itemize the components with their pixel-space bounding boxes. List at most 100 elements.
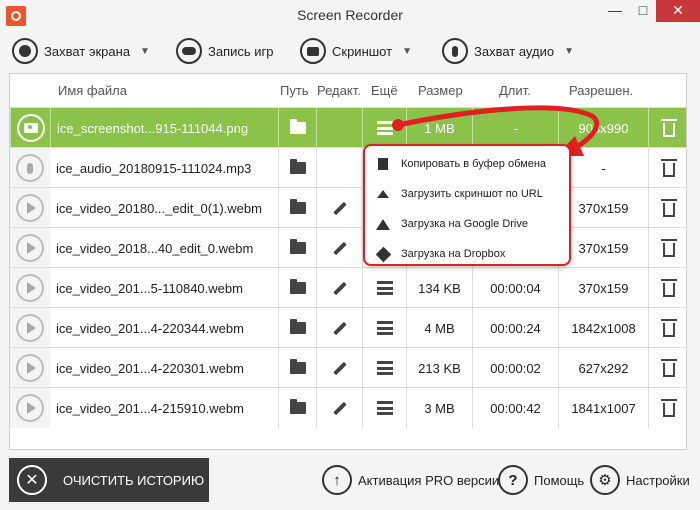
file-type-cell[interactable] [10,108,50,148]
screenshot-label: Скриншот [332,43,393,59]
game-record-label: Запись игр [208,43,274,59]
header-name[interactable]: Имя файла [58,83,127,98]
play-icon[interactable] [16,234,44,262]
delete-button[interactable] [648,348,686,388]
capture-screen-button[interactable]: Захват экрана ▼ [12,36,150,66]
delete-button[interactable] [648,388,686,428]
pencil-icon [332,321,347,335]
trash-icon [660,318,677,337]
capture-audio-button[interactable]: Захват аудио ▼ [442,36,574,66]
game-record-button[interactable]: Запись игр [176,36,274,66]
delete-button[interactable] [648,228,686,268]
edit-button[interactable] [316,188,362,228]
header-edit[interactable]: Редакт. [317,83,361,98]
header-duration[interactable]: Длит. [499,83,531,98]
file-type-cell[interactable] [10,308,50,348]
edit-button[interactable] [316,308,362,348]
delete-button[interactable] [648,308,686,348]
more-button[interactable] [362,308,406,348]
settings-button[interactable]: ⚙ Настройки [590,464,690,496]
file-size: 4 MB [406,308,472,348]
minimize-button[interactable]: — [600,0,630,22]
open-folder-button[interactable] [278,148,316,188]
file-name: ice_video_2018...40_edit_0.webm [56,240,254,256]
menu-icon [376,281,393,295]
file-resolution: 1842x1008 [558,308,648,348]
delete-button[interactable] [648,188,686,228]
header-path[interactable]: Путь [280,83,309,98]
menu-icon [376,401,393,415]
table-row[interactable]: ice_video_201...4-220344.webm 4 MB 00:00:2… [10,307,686,348]
settings-label: Настройки [626,472,690,488]
more-button[interactable] [362,348,406,388]
file-type-cell[interactable] [10,348,50,388]
play-icon[interactable] [16,274,44,302]
header-more[interactable]: Ещё [371,83,398,98]
history-table: Имя файла Путь Редакт. Ещё Размер Длит. … [9,73,687,450]
file-type-cell[interactable] [10,148,50,188]
pencil-icon [332,241,347,255]
play-icon[interactable] [16,194,44,222]
close-button[interactable]: ✕ [656,0,700,22]
header-size[interactable]: Размер [418,83,463,98]
menu-icon [376,321,393,335]
file-name: ice_video_201...4-220344.webm [56,320,244,336]
gamepad-icon [176,38,202,64]
play-icon[interactable] [16,394,44,422]
pencil-icon [332,401,347,415]
menu-item-upload-url[interactable]: Загрузить скриншот по URL [365,180,569,208]
open-folder-button[interactable] [278,188,316,228]
dropbox-icon [375,246,391,262]
maximize-button[interactable]: □ [628,0,658,22]
mic-icon[interactable] [16,154,44,182]
table-row[interactable]: ice_video_201...4-215910.webm 3 MB 00:00:4… [10,387,686,428]
open-folder-button[interactable] [278,268,316,308]
pro-activation-button[interactable]: ↑ Активация PRO версии [322,464,499,496]
delete-button[interactable] [648,148,686,188]
table-row[interactable]: ice_screenshot...915-111044.png 1 MB -903x… [10,107,686,148]
main-toolbar: Захват экрана ▼ Запись игр Скриншот ▼ За… [0,32,700,70]
edit-button[interactable] [316,348,362,388]
table-row[interactable]: ice_video_2018...40_edit_0.webm 370x159 [10,227,686,268]
open-folder-button[interactable] [278,308,316,348]
menu-item-dropbox[interactable]: Загрузка на Dropbox [365,240,569,268]
more-button[interactable] [362,108,406,148]
table-row[interactable]: ice_video_201...5-110840.webm 134 KB 00:00… [10,267,686,308]
screenshot-button[interactable]: Скриншот ▼ [300,36,412,66]
chevron-down-icon[interactable]: ▼ [402,46,412,57]
help-label: Помощь [534,472,585,488]
chevron-down-icon[interactable]: ▼ [564,46,574,57]
table-row[interactable]: ice_video_20180..._edit_0(1).webm 370x159 [10,187,686,228]
file-type-cell[interactable] [10,188,50,228]
delete-button[interactable] [648,108,686,148]
help-button[interactable]: ? Помощь [498,464,584,496]
delete-button[interactable] [648,268,686,308]
open-folder-button[interactable] [278,388,316,428]
file-type-cell[interactable] [10,268,50,308]
file-type-cell[interactable] [10,388,50,428]
menu-item-copy-clipboard[interactable]: Копировать в буфер обмена [365,150,569,178]
edit-button[interactable] [316,388,362,428]
table-row[interactable]: ice_audio_20180915-111024.mp3 - [10,147,686,188]
edit-button[interactable] [316,268,362,308]
play-icon[interactable] [16,314,44,342]
camera-icon[interactable] [16,114,45,142]
trash-icon [660,278,677,297]
clear-history-button[interactable]: ✕ ОЧИСТИТЬ ИСТОРИЮ [9,458,209,502]
folder-icon [289,359,306,374]
menu-item-google-drive[interactable]: Загрузка на Google Drive [365,210,569,238]
more-button[interactable] [362,388,406,428]
header-resolution[interactable]: Разрешен. [569,83,633,98]
table-row[interactable]: ice_video_201...4-220301.webm 213 KB 00:00… [10,347,686,388]
file-name: ice_video_201...4-220301.webm [56,360,244,376]
open-folder-button[interactable] [278,108,316,148]
open-folder-button[interactable] [278,228,316,268]
file-name: ice_video_20180..._edit_0(1).webm [56,200,262,216]
file-resolution: - [558,148,648,188]
more-button[interactable] [362,268,406,308]
open-folder-button[interactable] [278,348,316,388]
play-icon[interactable] [16,354,44,382]
edit-button[interactable] [316,228,362,268]
file-type-cell[interactable] [10,228,50,268]
chevron-down-icon[interactable]: ▼ [140,46,150,57]
